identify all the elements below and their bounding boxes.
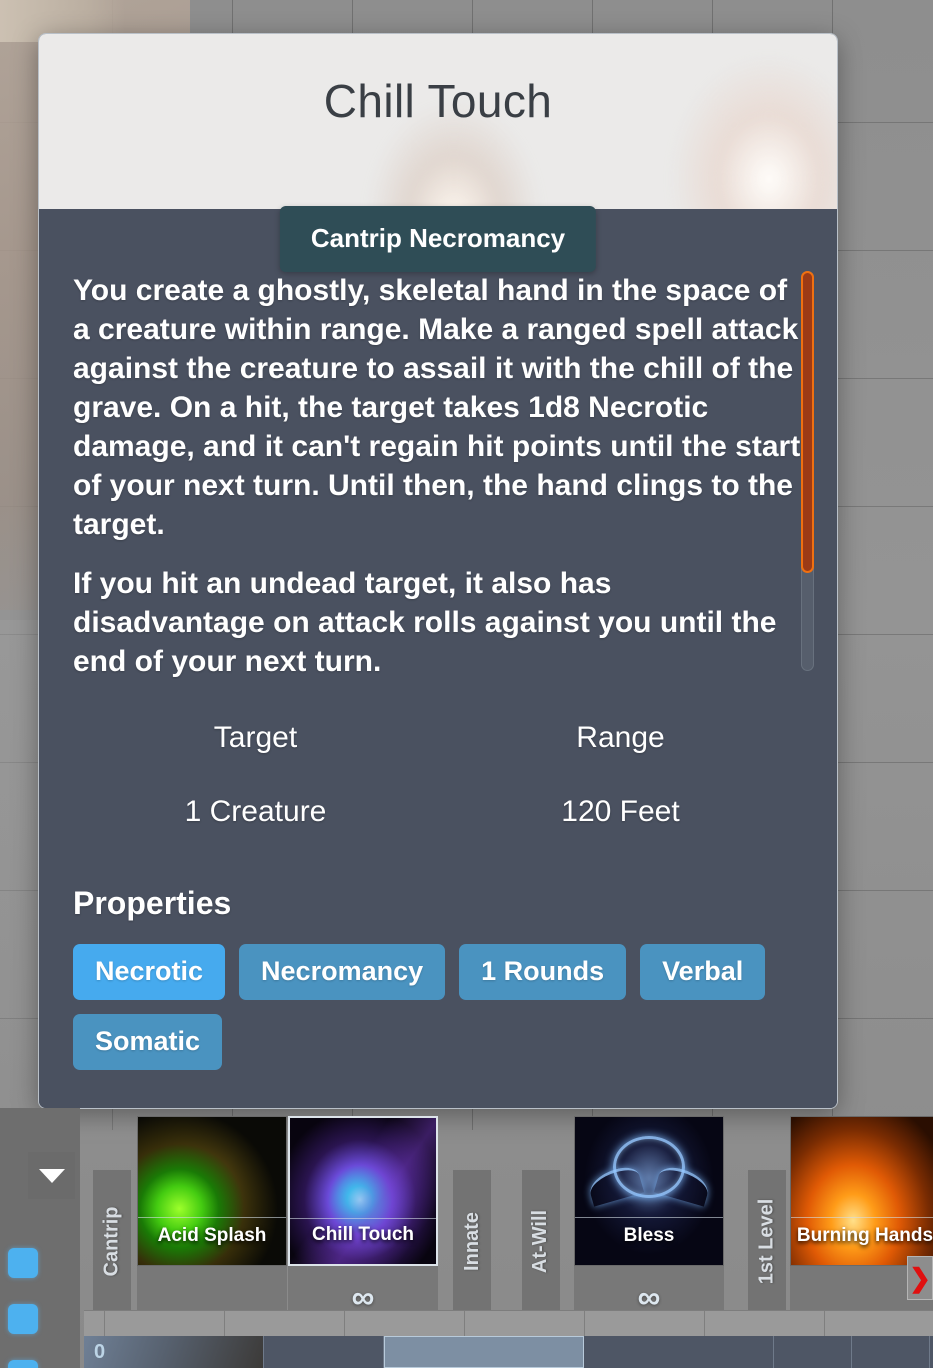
category-label: Cantrip (100, 1206, 123, 1276)
slot-divider (575, 1217, 723, 1218)
ability-indicator-list (8, 1248, 38, 1368)
properties-section: Properties Necrotic Necromancy 1 Rounds … (39, 885, 837, 1070)
hotbar-slot-acid-splash[interactable]: Acid Splash (137, 1116, 287, 1266)
page-title: Chill Touch (323, 75, 553, 127)
stat-range: Range 120 Feet (438, 721, 803, 829)
hotbar-dropdown-button[interactable] (28, 1152, 75, 1199)
hotbar-left-panel (0, 1108, 80, 1368)
property-tag[interactable]: Necrotic (73, 944, 226, 1000)
statusbar-cell[interactable] (264, 1336, 384, 1368)
slot-divider (290, 1218, 436, 1219)
scrollbar-thumb[interactable] (801, 271, 814, 573)
property-tag[interactable]: Necromancy (239, 944, 446, 1000)
hotbar-slot-burning-hands[interactable]: Burning Hands (790, 1116, 933, 1266)
stat-value: 120 Feet (561, 795, 680, 828)
property-tag[interactable]: Verbal (640, 944, 766, 1000)
modal-header: Chill Touch (39, 34, 837, 209)
category-label: 1st Level (755, 1198, 778, 1284)
description-scroll-area[interactable]: You create a ghostly, skeletal hand in t… (73, 271, 815, 679)
category-label: At-Will (529, 1209, 552, 1273)
slot-label: Burning Hands (796, 1225, 933, 1246)
hotbar-slot-bless[interactable]: Bless (574, 1116, 724, 1266)
slot-label: Acid Splash (157, 1225, 267, 1246)
statusbar-glyph: 0 (94, 1341, 106, 1363)
app-root: Chill Touch Cantrip Necromancy You creat… (0, 0, 933, 1368)
statusbar-portrait[interactable]: 0 (84, 1336, 264, 1368)
wing-right-icon (653, 1163, 713, 1207)
spell-description: You create a ghostly, skeletal hand in t… (73, 271, 808, 679)
spell-stats: Target 1 Creature Range 120 Feet (39, 721, 837, 829)
hotbar-category-at-will[interactable]: At-Will (522, 1170, 560, 1312)
chevron-right-icon[interactable]: ❯ (907, 1256, 933, 1300)
properties-list: Necrotic Necromancy 1 Rounds Verbal Soma… (73, 944, 803, 1070)
ability-indicator[interactable] (8, 1304, 38, 1334)
hotbar-slot-chill-touch[interactable]: Chill Touch (288, 1116, 438, 1266)
hotbar-category-cantrip[interactable]: Cantrip (93, 1170, 131, 1312)
stat-label: Target (213, 721, 298, 754)
spell-detail-modal: Chill Touch Cantrip Necromancy You creat… (38, 33, 838, 1109)
slot-divider (138, 1217, 286, 1218)
description-paragraph: You create a ghostly, skeletal hand in t… (73, 274, 801, 541)
bottom-statusbar: 0 (84, 1336, 933, 1368)
slot-label: Bless (623, 1225, 675, 1246)
statusbar-cell[interactable] (852, 1336, 930, 1368)
hotbar-category-1st-level[interactable]: 1st Level (748, 1170, 786, 1312)
wing-left-icon (585, 1163, 645, 1207)
spell-type-badge: Cantrip Necromancy (279, 206, 597, 272)
slot-label: Chill Touch (311, 1224, 415, 1245)
statusbar-cell[interactable] (774, 1336, 852, 1368)
statusbar-ruler (84, 1310, 933, 1337)
stat-value: 1 Creature (184, 795, 327, 828)
properties-heading: Properties (73, 885, 232, 921)
statusbar-active-cell[interactable] (384, 1336, 584, 1368)
hotbar-category-innate[interactable]: Innate (453, 1170, 491, 1312)
category-label: Innate (460, 1211, 483, 1271)
stat-label: Range (576, 721, 665, 754)
slot-divider (791, 1217, 933, 1218)
property-tag[interactable]: 1 Rounds (459, 944, 627, 1000)
description-paragraph: If you hit an undead target, it also has… (73, 567, 777, 678)
description-scrollbar[interactable] (801, 271, 814, 671)
property-tag[interactable]: Somatic (73, 1014, 223, 1070)
ability-indicator[interactable] (8, 1360, 38, 1368)
caret-down-icon (38, 1168, 65, 1183)
stat-target: Target 1 Creature (73, 721, 438, 829)
statusbar-cell[interactable] (584, 1336, 774, 1368)
ability-indicator[interactable] (8, 1248, 38, 1278)
modal-body: You create a ghostly, skeletal hand in t… (39, 209, 837, 1108)
